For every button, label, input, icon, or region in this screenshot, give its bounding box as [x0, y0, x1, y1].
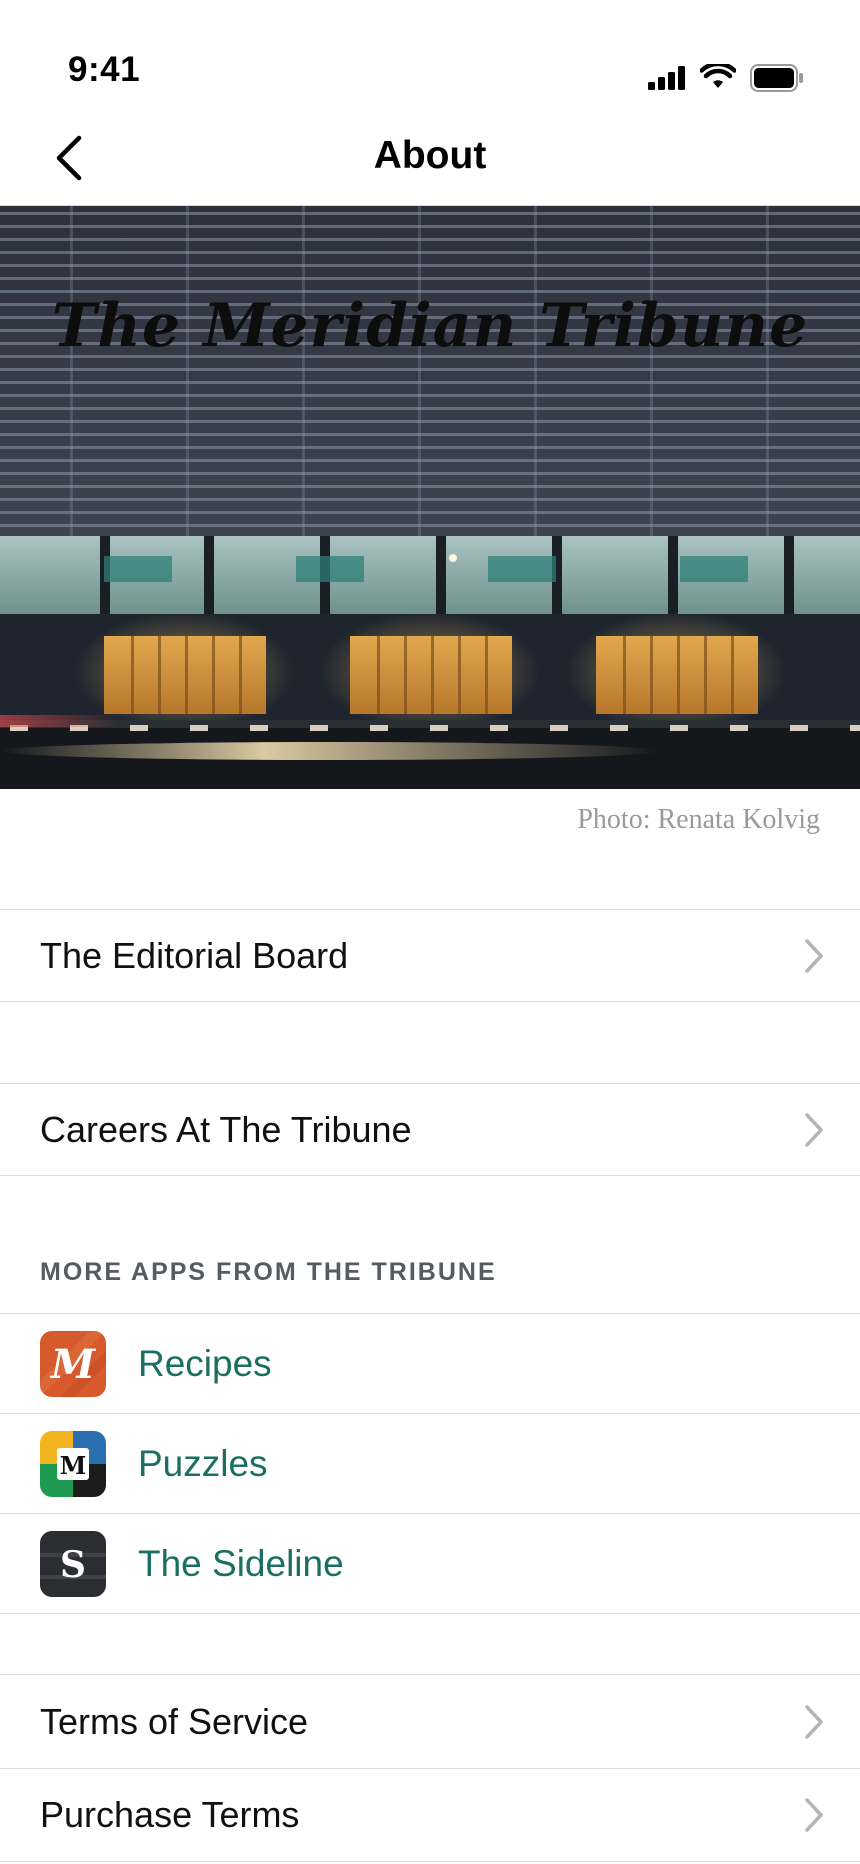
sideline-app-icon: S [40, 1531, 106, 1597]
more-apps-section-header: MORE APPS FROM THE TRIBUNE [40, 1258, 497, 1286]
terms-of-service-row[interactable]: Terms of Service [0, 1674, 860, 1768]
purchase-terms-row[interactable]: Purchase Terms [0, 1768, 860, 1862]
puzzles-app-row[interactable]: M Puzzles [0, 1414, 860, 1514]
svg-text:M: M [49, 1341, 97, 1388]
photo-credit: Photo: Renata Kolvig [577, 804, 820, 835]
row-label: The Editorial Board [40, 934, 349, 976]
chevron-right-icon [805, 1112, 823, 1147]
chevron-right-icon [805, 1798, 823, 1832]
chevron-right-icon [805, 1704, 823, 1739]
svg-text:S: S [60, 1544, 86, 1586]
svg-text:M: M [60, 1451, 87, 1480]
row-label: Purchase Terms [40, 1794, 300, 1835]
cellular-signal-icon [648, 66, 685, 90]
recipes-app-row[interactable]: M Recipes [0, 1314, 860, 1414]
battery-icon [750, 64, 803, 92]
row-label: Terms of Service [40, 1700, 309, 1742]
status-time: 9:41 [68, 50, 141, 89]
app-label: The Sideline [138, 1543, 344, 1584]
row-label: Careers At The Tribune [40, 1108, 412, 1150]
app-label: Recipes [138, 1343, 272, 1384]
recipes-app-icon: M [40, 1331, 106, 1397]
puzzles-app-icon: M [40, 1431, 106, 1497]
editorial-board-row[interactable]: The Editorial Board [0, 909, 860, 1002]
navigation-bar: About [0, 110, 860, 206]
sideline-app-row[interactable]: S The Sideline [0, 1514, 860, 1614]
wifi-icon [700, 64, 736, 88]
hero-photo: The Meridian Tribune [0, 206, 860, 789]
chevron-right-icon [805, 938, 823, 973]
careers-row[interactable]: Careers At The Tribune [0, 1083, 860, 1176]
page-title: About [373, 134, 487, 177]
newspaper-logo: The Meridian Tribune [51, 291, 809, 361]
app-label: Puzzles [138, 1443, 268, 1484]
status-bar: 9:41 [0, 0, 860, 110]
